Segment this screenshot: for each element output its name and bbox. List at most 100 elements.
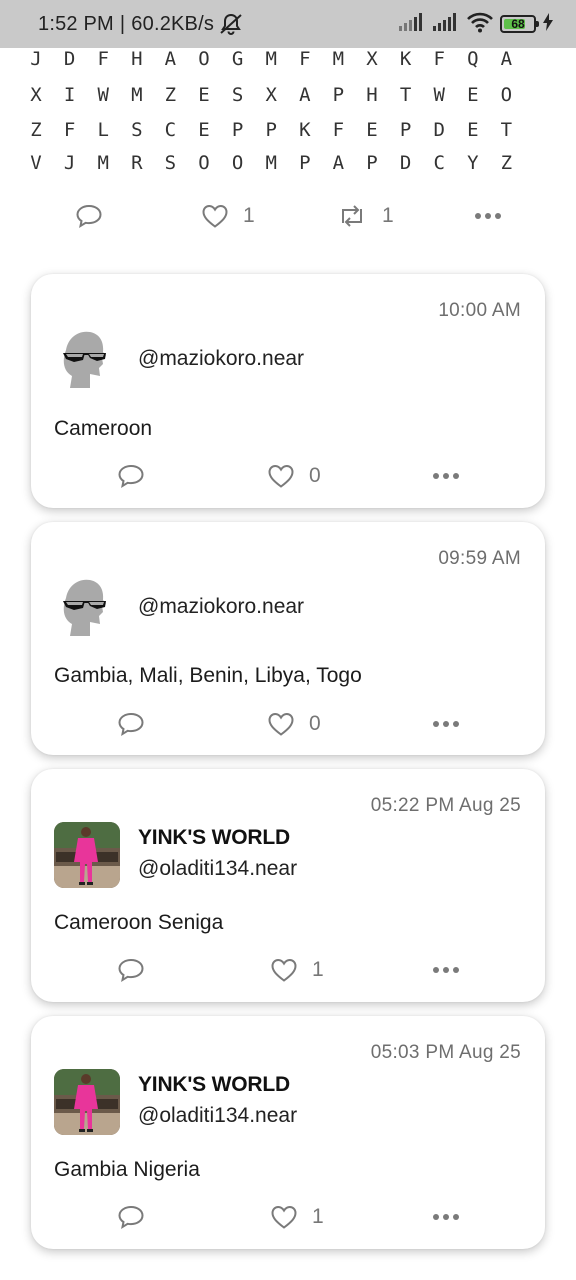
grid-letter: P xyxy=(265,119,277,141)
grid-letter: M xyxy=(97,152,109,174)
grid-letter: D xyxy=(433,119,445,141)
status-speed: 60.2KB/s xyxy=(131,12,215,35)
more-button[interactable] xyxy=(432,950,460,990)
grid-letter: S xyxy=(164,152,177,174)
grid-letter: F xyxy=(97,48,109,70)
post-time: 05:22 PM Aug 25 xyxy=(370,795,521,816)
grid-row: XIWMZESXAPHTWEO xyxy=(30,84,550,118)
like-button[interactable]: 1 xyxy=(270,1197,324,1237)
grid-letter: P xyxy=(399,119,412,141)
comment-icon xyxy=(117,711,145,737)
avatar[interactable] xyxy=(54,572,120,638)
grid-letter: S xyxy=(231,84,244,106)
grid-letter: E xyxy=(198,119,210,141)
battery-icon: 68 xyxy=(500,15,539,33)
post-content: Gambia, Mali, Benin, Libya, Togo xyxy=(54,664,362,687)
avatar[interactable] xyxy=(54,822,120,888)
comment-icon xyxy=(117,1204,145,1230)
post-content: Cameroon xyxy=(54,417,153,440)
grid-letter: A xyxy=(164,48,177,70)
grid-letter: F xyxy=(433,48,445,70)
grid-letter: Y xyxy=(467,152,479,174)
heart-icon xyxy=(270,1204,298,1230)
grid-letter: P xyxy=(332,84,345,106)
status-left: 1:52 PM | 60.2KB/s xyxy=(38,12,244,36)
post-card[interactable]: 10:00 AM @maziokoro.near Cameroon 0 xyxy=(31,274,545,508)
like-button[interactable]: 1 xyxy=(201,196,255,236)
more-button[interactable] xyxy=(432,456,460,496)
grid-letter: P xyxy=(231,119,244,141)
grid-letter: S xyxy=(131,119,143,141)
avatar[interactable] xyxy=(54,1069,120,1135)
grid-letter: E xyxy=(467,84,479,106)
signal-icon xyxy=(398,12,426,37)
grid-letter: V xyxy=(30,152,42,174)
like-button[interactable]: 0 xyxy=(267,456,321,496)
more-button[interactable] xyxy=(432,704,460,744)
grid-letter: K xyxy=(399,48,412,70)
comment-button[interactable] xyxy=(117,950,145,990)
more-button[interactable] xyxy=(474,196,502,236)
more-icon xyxy=(432,471,460,481)
post-card[interactable]: 09:59 AM @maziokoro.near Gambia, Mali, B… xyxy=(31,522,545,755)
like-count: 1 xyxy=(243,204,255,227)
comment-icon xyxy=(117,957,145,983)
user-handle[interactable]: @oladiti134.near xyxy=(138,857,297,881)
grid-letter: E xyxy=(467,119,479,141)
grid-letter: L xyxy=(97,119,109,141)
grid-row: ZFLSCEPPKFEPDET xyxy=(30,119,550,153)
user-handle[interactable]: @oladiti134.near xyxy=(138,1104,297,1128)
wifi-icon xyxy=(466,11,494,38)
grid-letter: O xyxy=(500,84,513,106)
grid-letter: Z xyxy=(30,119,42,141)
grid-letter: M xyxy=(265,152,277,174)
post-content: Gambia Nigeria xyxy=(54,1158,200,1181)
post-card[interactable]: 05:22 PM Aug 25 YINK'S WORLD @oladiti134… xyxy=(31,769,545,1002)
like-button[interactable]: 0 xyxy=(267,704,321,744)
comment-button[interactable] xyxy=(117,704,145,744)
grid-letter: A xyxy=(299,84,311,106)
comment-button[interactable] xyxy=(117,1197,145,1237)
display-name[interactable]: YINK'S WORLD xyxy=(138,1073,290,1097)
grid-letter: M xyxy=(332,48,345,70)
grid-letter: E xyxy=(366,119,378,141)
repost-icon xyxy=(336,204,368,228)
post-content: Cameroon Seniga xyxy=(54,911,224,934)
user-handle[interactable]: @maziokoro.near xyxy=(138,347,304,371)
grid-letter: W xyxy=(97,84,109,106)
post-actions: 1 1 xyxy=(0,196,576,236)
more-icon xyxy=(432,719,460,729)
like-button[interactable]: 1 xyxy=(270,950,324,990)
avatar[interactable] xyxy=(54,324,120,390)
like-count: 1 xyxy=(312,958,324,981)
repost-count: 1 xyxy=(382,204,394,227)
grid-letter: W xyxy=(433,84,445,106)
grid-letter: G xyxy=(231,48,244,70)
user-handle[interactable]: @maziokoro.near xyxy=(138,595,304,619)
grid-letter: P xyxy=(366,152,378,174)
display-name[interactable]: YINK'S WORLD xyxy=(138,826,290,850)
post-card[interactable]: 05:03 PM Aug 25 YINK'S WORLD @oladiti134… xyxy=(31,1016,545,1249)
status-separator: | xyxy=(119,12,126,35)
like-count: 0 xyxy=(309,464,321,487)
comment-icon xyxy=(117,463,145,489)
like-count: 1 xyxy=(312,1205,324,1228)
grid-letter: X xyxy=(265,84,277,106)
grid-letter: R xyxy=(131,152,143,174)
more-icon xyxy=(432,1212,460,1222)
grid-letter: I xyxy=(63,84,76,106)
grid-letter: D xyxy=(399,152,412,174)
comment-button[interactable] xyxy=(75,196,103,236)
charging-icon xyxy=(542,12,554,37)
grid-letter: F xyxy=(332,119,345,141)
more-button[interactable] xyxy=(432,1197,460,1237)
grid-letter: P xyxy=(299,152,311,174)
grid-letter: J xyxy=(63,152,76,174)
comment-icon xyxy=(75,203,103,229)
grid-letter: C xyxy=(164,119,177,141)
grid-letter: C xyxy=(433,152,445,174)
repost-button[interactable]: 1 xyxy=(336,196,394,236)
like-count: 0 xyxy=(309,712,321,735)
comment-button[interactable] xyxy=(117,456,145,496)
mute-icon xyxy=(218,12,244,36)
